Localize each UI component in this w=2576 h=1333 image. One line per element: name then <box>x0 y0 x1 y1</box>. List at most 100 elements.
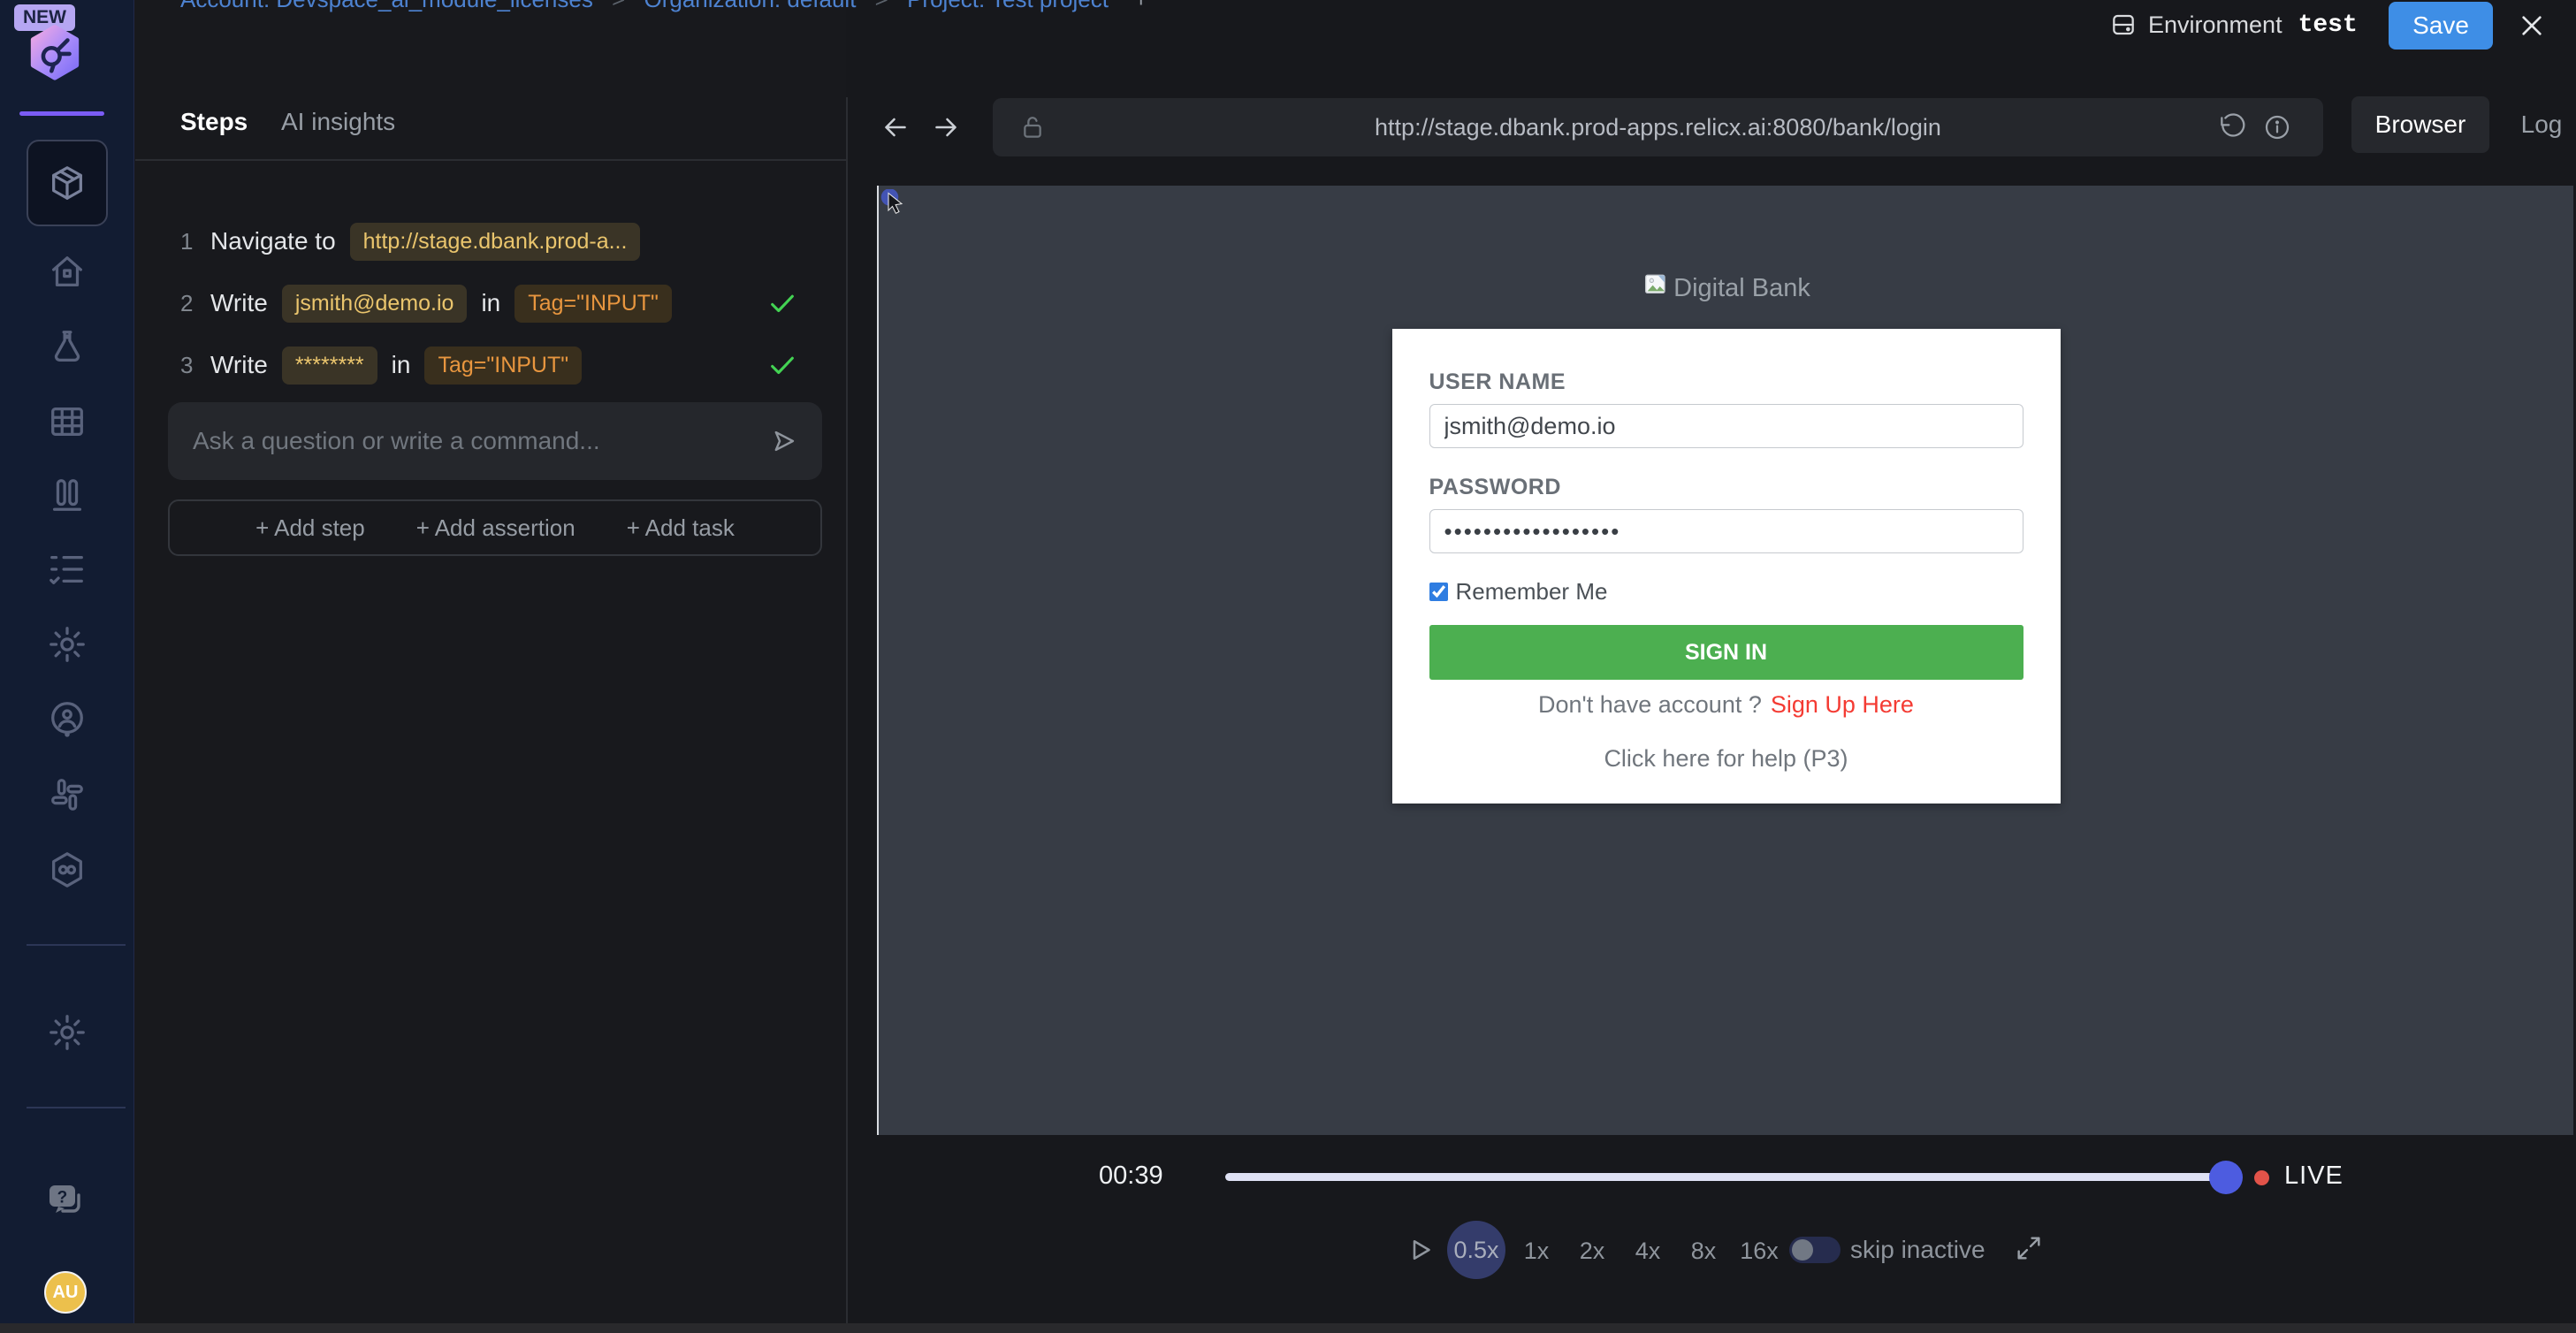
add-actions-row: + Add step + Add assertion + Add task <box>168 499 822 556</box>
add-assertion-button[interactable]: + Add assertion <box>416 514 575 542</box>
timeline-thumb[interactable] <box>2209 1161 2243 1194</box>
send-icon[interactable] <box>769 426 799 456</box>
timeline-track[interactable] <box>1225 1173 2226 1181</box>
save-button[interactable]: Save <box>2389 2 2493 50</box>
step-value-chip[interactable]: ******** <box>282 347 377 385</box>
sidebar-item-settings[interactable] <box>47 624 88 665</box>
add-task-button[interactable]: + Add task <box>627 514 735 542</box>
browser-viewport[interactable]: Digital Bank USER NAME PASSWORD Remember… <box>877 186 2573 1135</box>
sidebar-item-home[interactable] <box>47 251 88 292</box>
environment-value[interactable]: test <box>2298 11 2358 39</box>
sign-in-button[interactable]: SIGN IN <box>1429 625 2023 680</box>
breadcrumb-organization[interactable]: Organization: default <box>644 0 857 12</box>
signup-link[interactable]: Sign Up Here <box>1771 691 1914 718</box>
live-label: LIVE <box>2284 1162 2344 1191</box>
password-label: PASSWORD <box>1429 475 2023 500</box>
sidebar-item-test-tubes[interactable] <box>47 475 88 515</box>
sidebar: NEW <box>0 0 134 1323</box>
step-row-1[interactable]: 1 Navigate to http://stage.dbank.prod-a.… <box>180 218 836 264</box>
remember-me-row: Remember Me <box>1429 578 2023 606</box>
logo-underline <box>19 111 104 116</box>
login-card: USER NAME PASSWORD Remember Me SIGN IN D… <box>1392 329 2061 804</box>
speed-4x[interactable]: 4x <box>1628 1234 1667 1268</box>
fullscreen-button[interactable] <box>2014 1233 2044 1263</box>
step-row-2[interactable]: 2 Write jsmith@demo.io in Tag="INPUT" <box>180 280 836 326</box>
speed-2x[interactable]: 2x <box>1573 1234 1612 1268</box>
broken-image-icon <box>1642 270 1670 306</box>
gear-icon <box>47 1012 88 1053</box>
breadcrumb-add-button[interactable]: + <box>1134 0 1147 12</box>
expand-icon <box>2014 1233 2044 1263</box>
step-selector-chip[interactable]: Tag="INPUT" <box>514 285 672 323</box>
sidebar-item-links[interactable] <box>47 849 88 890</box>
step-selector-chip[interactable]: Tag="INPUT" <box>424 347 582 385</box>
step-number: 2 <box>180 290 196 317</box>
step-value-chip[interactable]: jsmith@demo.io <box>282 285 468 323</box>
info-icon[interactable] <box>2263 113 2291 141</box>
refresh-icon[interactable] <box>2219 113 2247 141</box>
help-link[interactable]: Click here for help (P3) <box>1429 745 2023 773</box>
username-label: USER NAME <box>1429 369 2023 395</box>
breadcrumb-account[interactable]: Account: Devspace_ai_module_licenses <box>180 0 593 12</box>
bank-logo-text: Digital Bank <box>1673 274 1810 303</box>
ask-command-box <box>168 402 822 480</box>
bottom-strip <box>0 1323 2576 1333</box>
skip-inactive-label: skip inactive <box>1850 1236 1985 1264</box>
user-search-icon <box>47 699 88 740</box>
sidebar-item-admin-settings[interactable] <box>47 1012 88 1053</box>
signup-row: Don't have account ?Sign Up Here <box>1429 691 2023 719</box>
test-tubes-icon <box>47 475 88 515</box>
step-number: 3 <box>180 352 196 379</box>
breadcrumb-separator: > <box>875 0 888 12</box>
check-icon <box>767 288 797 318</box>
step-action: Navigate to <box>210 227 336 255</box>
sidebar-item-tasks[interactable] <box>47 549 88 590</box>
help-chat-button[interactable]: ? <box>44 1179 87 1226</box>
tab-browser-view[interactable]: Browser <box>2351 96 2489 153</box>
sidebar-divider <box>27 1107 126 1108</box>
home-icon <box>47 251 88 292</box>
steps-panel <box>134 0 846 1323</box>
step-value-chip[interactable]: http://stage.dbank.prod-a... <box>350 223 641 261</box>
app-logo[interactable] <box>27 23 83 91</box>
tab-log-view[interactable]: Log <box>2511 96 2572 153</box>
breadcrumb: Account: Devspace_ai_module_licenses > O… <box>180 0 1147 13</box>
browser-forward-button[interactable] <box>930 111 962 143</box>
url-text[interactable]: http://stage.dbank.prod-apps.relicx.ai:8… <box>993 98 2323 156</box>
tab-steps[interactable]: Steps <box>180 108 248 136</box>
bank-logo: Digital Bank <box>1642 270 1810 306</box>
play-button[interactable] <box>1404 1234 1436 1266</box>
step-connector: in <box>481 289 500 317</box>
skip-inactive-toggle[interactable] <box>1789 1237 1841 1263</box>
gear-icon <box>47 624 88 665</box>
username-field[interactable] <box>1429 404 2023 448</box>
environment-group: Environment test <box>2109 11 2358 39</box>
sidebar-item-grid[interactable] <box>47 401 88 442</box>
browser-back-button[interactable] <box>880 111 911 143</box>
step-row-3[interactable]: 3 Write ******** in Tag="INPUT" <box>180 342 836 388</box>
speed-8x[interactable]: 8x <box>1684 1234 1723 1268</box>
checklist-icon <box>47 549 88 590</box>
close-icon <box>2518 11 2546 40</box>
speed-1x[interactable]: 1x <box>1517 1234 1556 1268</box>
user-avatar[interactable]: AU <box>44 1271 87 1314</box>
slack-icon <box>47 774 88 815</box>
flask-icon <box>47 326 88 367</box>
sidebar-item-lab[interactable] <box>47 326 88 367</box>
remember-me-checkbox[interactable] <box>1429 583 1448 601</box>
sidebar-item-user-insights[interactable] <box>47 699 88 740</box>
cursor-icon <box>880 189 912 225</box>
grid-icon <box>47 401 88 442</box>
tab-ai-insights[interactable]: AI insights <box>281 108 395 136</box>
speed-0-5x[interactable]: 0.5x <box>1447 1221 1505 1279</box>
sidebar-item-integrations[interactable] <box>47 774 88 815</box>
password-field[interactable] <box>1429 509 2023 553</box>
breadcrumb-project[interactable]: Project: Test project <box>907 0 1109 12</box>
sidebar-item-interactive-session[interactable] <box>27 140 108 226</box>
svg-text:?: ? <box>57 1189 68 1207</box>
close-button[interactable] <box>2518 11 2546 40</box>
help-chat-icon: ? <box>44 1210 87 1225</box>
ask-command-input[interactable] <box>168 427 769 455</box>
speed-16x[interactable]: 16x <box>1734 1234 1784 1268</box>
add-step-button[interactable]: + Add step <box>255 514 365 542</box>
